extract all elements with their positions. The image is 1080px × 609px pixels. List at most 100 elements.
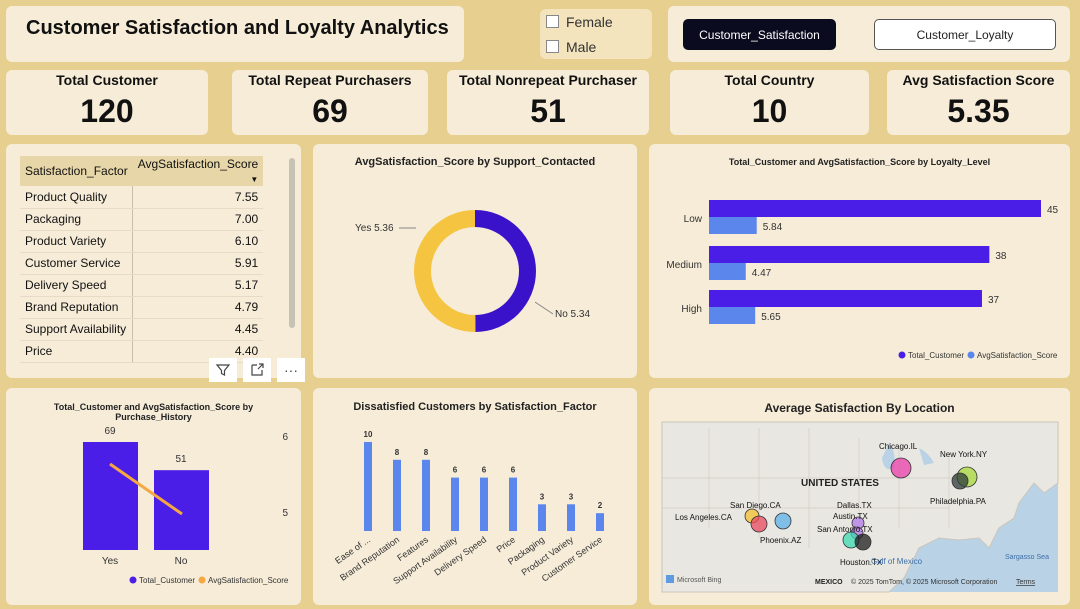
customer-loyalty-button[interactable]: Customer_Loyalty (874, 19, 1056, 50)
location-map[interactable]: Chicago.IL New York.NY Philadelphia.PA San … (649, 388, 1070, 605)
kpi-nonrepeat-purchasers: Total Nonrepeat Purchaser 51 (447, 70, 649, 135)
factor-score-cell: 5.17 (132, 274, 264, 297)
map-city-label: New York.NY (940, 450, 988, 459)
legend-marker-total (898, 351, 906, 359)
more-options-icon[interactable]: ··· (277, 358, 305, 382)
kpi-repeat-purchasers: Total Repeat Purchasers 69 (232, 70, 428, 135)
factor-name-cell: Product Quality (20, 186, 133, 209)
legend-marker-avg (967, 351, 975, 359)
factor-score-cell: 5.91 (132, 252, 264, 275)
table-row[interactable]: Customer Service 5.91 (20, 252, 264, 275)
donut-label-yes: Yes 5.36 (355, 223, 394, 234)
donut-slice-yes (413, 210, 476, 332)
kpi-value: 51 (530, 93, 566, 129)
table-row[interactable]: Brand Reputation 4.79 (20, 296, 264, 319)
bar-total-customer (154, 470, 209, 550)
table-scrollbar[interactable] (289, 158, 295, 328)
category-label: Medium (666, 260, 702, 271)
map-panel: Average Satisfaction By Location Chicago… (649, 388, 1070, 605)
filter-icon[interactable] (209, 358, 237, 382)
column-header-score[interactable]: AvgSatisfaction_Score ▼ (132, 156, 264, 186)
table-row[interactable]: Delivery Speed 5.17 (20, 274, 264, 297)
map-city-label: San Diego.CA (730, 501, 781, 510)
kpi-label: Total Repeat Purchasers (248, 72, 412, 88)
focus-mode-icon[interactable] (243, 358, 271, 382)
title-panel: Customer Satisfaction and Loyalty Analyt… (6, 6, 464, 62)
data-label: 6 (511, 466, 516, 475)
bar-avg-satisfaction (709, 217, 757, 234)
dissatisfied-chart: 10Ease of ...8Brand Reputation8Features6… (333, 430, 604, 586)
secondary-axis-tick: 6 (282, 432, 288, 443)
data-label: 3 (569, 492, 574, 501)
factor-table-panel: Satisfaction_Factor AvgSatisfaction_Scor… (6, 144, 305, 382)
bar-total-customer (709, 290, 982, 307)
slicer-item-male[interactable]: Male (540, 34, 652, 59)
kpi-label: Total Nonrepeat Purchaser (459, 72, 637, 88)
checkbox-male[interactable] (546, 40, 559, 53)
factor-name-cell: Price (20, 340, 133, 363)
page-title: Customer Satisfaction and Loyalty Analyt… (26, 17, 449, 39)
slicer-item-female[interactable]: Female (540, 9, 652, 34)
bar-dissatisfied (451, 477, 459, 531)
table-row[interactable]: Packaging 7.00 (20, 208, 264, 231)
bar-total-customer (83, 442, 138, 550)
kpi-label: Avg Satisfaction Score (902, 72, 1055, 88)
data-label: 69 (104, 426, 116, 437)
bar-dissatisfied (509, 477, 517, 531)
factor-score-cell: 6.10 (132, 230, 264, 253)
checkbox-female[interactable] (546, 15, 559, 28)
factor-table: Satisfaction_Factor AvgSatisfaction_Scor… (20, 156, 264, 363)
bing-logo: Microsoft Bing (677, 577, 721, 584)
category-label: No (175, 556, 188, 567)
loyalty-chart-panel: Total_Customer and AvgSatisfaction_Score… (649, 144, 1070, 378)
kpi-value: 5.35 (947, 93, 1010, 129)
factor-name-cell: Customer Service (20, 252, 133, 275)
table-row[interactable]: Product Quality 7.55 (20, 186, 264, 209)
secondary-axis-tick: 5 (282, 508, 288, 519)
bar-total-customer (709, 200, 1041, 217)
slicer-label-female: Female (566, 13, 613, 30)
factor-score-cell: 4.79 (132, 296, 264, 319)
category-label: Delivery Speed (432, 534, 488, 577)
bar-dissatisfied (567, 504, 575, 531)
category-label: Price (495, 534, 518, 554)
map-bubble-phoenix-az (774, 512, 792, 530)
category-label: High (681, 304, 702, 315)
customer-satisfaction-button[interactable]: Customer_Satisfaction (683, 19, 836, 50)
legend-label-total: Total_Customer (139, 576, 195, 585)
sort-desc-icon: ▼ (250, 175, 259, 184)
kpi-label: Total Country (724, 72, 815, 88)
label-leader-no (534, 301, 554, 315)
data-label: 37 (988, 295, 1000, 306)
data-label: 8 (424, 448, 429, 457)
bar-dissatisfied (393, 459, 401, 531)
purchase-history-chart: 69 Yes 51 No 6 5 Total_Customer AvgSatisfaction… (83, 426, 289, 585)
kpi-value: 69 (312, 93, 348, 129)
bar-avg-satisfaction (709, 263, 746, 280)
loyalty-bar-chart: Low 45 5.84 Medium 38 4.47 High 37 5.65 Total_Cus… (666, 200, 1059, 360)
factor-name-cell: Packaging (20, 208, 133, 231)
map-city-label: Dallas.TX (837, 501, 872, 510)
column-header-factor[interactable]: Satisfaction_Factor (20, 156, 133, 186)
nav-button-panel: Customer_Satisfaction Customer_Loyalty (668, 6, 1070, 62)
bar-total-customer (709, 246, 990, 263)
map-bubble-houston-tx (854, 533, 872, 551)
kpi-label: Total Customer (56, 72, 158, 88)
factor-name-cell: Delivery Speed (20, 274, 133, 297)
gender-slicer: Female Male (540, 9, 652, 59)
table-row[interactable]: Product Variety 6.10 (20, 230, 264, 253)
data-label: 6 (482, 466, 487, 475)
table-row[interactable]: Support Availability 4.45 (20, 318, 264, 341)
map-city-label: Austin.TX (833, 512, 868, 521)
donut-chart-panel: AvgSatisfaction_Score by Support_Contact… (313, 144, 637, 378)
factor-score-cell: 7.55 (132, 186, 264, 209)
legend-label-avg: AvgSatisfaction_Score (977, 351, 1058, 360)
map-terms-link: Terms (1016, 579, 1036, 586)
purchase-history-panel: Total_Customer and AvgSatisfaction_Score… (6, 388, 301, 605)
legend-label-avg: AvgSatisfaction_Score (208, 576, 289, 585)
kpi-total-country: Total Country 10 (670, 70, 869, 135)
data-label: 6 (453, 466, 458, 475)
map-city-label: Philadelphia.PA (930, 497, 987, 506)
kpi-total-customer: Total Customer 120 (6, 70, 208, 135)
data-label: 4.47 (752, 268, 772, 279)
